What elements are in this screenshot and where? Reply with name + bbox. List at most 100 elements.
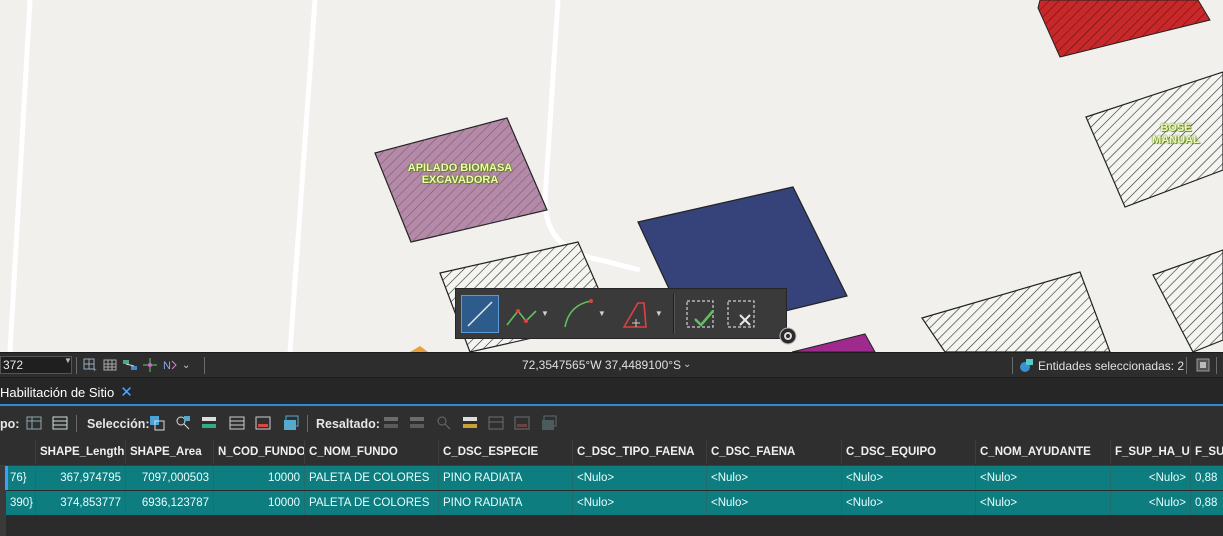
table-grid-icon[interactable] [102,357,118,373]
table-cell[interactable]: PINO RADIATA [439,491,573,515]
line-segment-icon [467,300,493,327]
cancel-sketch-button[interactable] [722,295,760,333]
column-header[interactable]: F_SU [1191,440,1223,464]
arc-icon [564,298,593,327]
highlight-delete-icon[interactable] [514,415,530,431]
table-header: SHAPE_Length SHAPE_Area N_COD_FUNDO C_NO… [0,440,1223,466]
table-row[interactable]: 76} 367,974795 7097,000503 10000 PALETA … [6,466,1223,490]
status-icons: + N ⌄ [82,357,190,373]
cancel-sketch-icon [727,299,755,328]
line-tool-button[interactable] [461,294,499,333]
table-cell[interactable]: <Nulo> [1111,491,1191,515]
column-header[interactable]: C_DSC_FAENA [707,440,842,464]
grid-snap-icon[interactable]: + [82,357,98,373]
column-header[interactable]: C_DSC_TIPO_FAENA [573,440,707,464]
column-header[interactable]: SHAPE_Area [126,440,214,464]
highlight-select-icon[interactable] [462,415,478,431]
separator [204,357,205,374]
table-view-icon[interactable] [26,415,42,431]
table-cell[interactable]: 10000 [214,466,305,490]
table-cell[interactable]: <Nulo> [976,491,1111,515]
pause-drawing-icon[interactable]: N [162,357,178,373]
clear-selection-icon[interactable] [229,415,245,431]
map-label-biomasa: APILADO BIOMASA EXCAVADORA [407,162,513,186]
table-cell[interactable]: <Nulo> [842,466,976,490]
copy-selection-icon[interactable] [283,415,299,431]
close-icon[interactable]: ✕ [120,382,133,404]
highlight-clear-icon[interactable] [409,415,425,431]
highlight-copy-icon[interactable] [541,415,557,431]
scale-input[interactable]: 372 [0,356,72,374]
finish-sketch-button[interactable] [681,295,719,333]
tab-habilitacion-sitio[interactable]: Habilitación de Sitio ✕ [0,382,137,404]
selected-features-indicator[interactable]: Entidades seleccionadas: 2 [1018,358,1184,374]
switch-selection-icon[interactable] [201,415,217,431]
chevron-down-icon[interactable]: ▼ [541,309,549,318]
road-line [542,0,641,273]
polyline-tool-button[interactable] [502,295,540,333]
chevron-down-icon[interactable]: ⌄ [683,359,691,370]
table-cell[interactable]: 0,88 [1191,466,1223,490]
table-cell[interactable]: <Nulo> [573,466,707,490]
table-cell[interactable]: 367,974795 [36,466,126,490]
attribute-table: SHAPE_Length SHAPE_Area N_COD_FUNDO C_NO… [0,440,1223,536]
column-header[interactable]: N_COD_FUNDO [214,440,305,464]
table-cell[interactable]: <Nulo> [707,491,842,515]
chevron-down-icon[interactable]: ⌄ [182,360,190,371]
hatched-polygon-fill [922,272,1110,352]
table-cell[interactable]: 6936,123787 [126,491,214,515]
chevron-down-icon[interactable]: ▼ [598,309,606,318]
chevron-down-icon[interactable]: ▼ [655,309,663,318]
column-header[interactable]: SHAPE_Length [36,440,126,464]
table-cell[interactable]: <Nulo> [1111,466,1191,490]
table-cell[interactable]: PINO RADIATA [439,466,573,490]
select-by-attributes-icon[interactable] [149,415,165,431]
road-line [287,0,318,352]
map-label-right: BOSE MANUAL [1152,122,1200,146]
table-cell[interactable]: 0,88 [1191,491,1223,515]
separator [1216,357,1217,374]
crosshair-icon[interactable] [142,357,158,373]
table-row[interactable]: 390} 374,853777 6936,123787 10000 PALETA… [6,491,1223,515]
snapping-icon[interactable] [122,357,138,373]
column-header[interactable]: C_DSC_EQUIPO [842,440,976,464]
table-cell[interactable]: <Nulo> [842,491,976,515]
delete-selection-icon[interactable] [255,415,271,431]
highlight-switch-icon[interactable] [383,415,399,431]
highlight-zoom-icon[interactable] [436,415,452,431]
column-header[interactable]: C_DSC_ESPECIE [439,440,573,464]
hatched-polygon-fill [1153,250,1223,352]
toolbar-separator [672,293,675,334]
table-toolbar: po: Selección: Resaltado: [0,406,1223,440]
gear-icon[interactable] [779,327,797,345]
table-cell[interactable]: 374,853777 [36,491,126,515]
table-cell[interactable]: PALETA DE COLORES [305,466,439,490]
coordinates-readout: 72,3547565°W 37,4489100°S [522,358,682,372]
table-cell[interactable]: 10000 [214,491,305,515]
separator [1012,357,1013,374]
view-label: po: [0,417,20,431]
tab-title: Habilitación de Sitio [0,385,115,400]
polygon-tool-button[interactable] [616,295,654,333]
column-header[interactable]: C_NOM_FUNDO [305,440,439,464]
table-cell[interactable]: <Nulo> [707,466,842,490]
magenta-polygon[interactable] [791,333,876,352]
chevron-down-icon[interactable]: ▼ [64,356,72,365]
field-view-icon[interactable] [52,415,68,431]
separator [76,357,77,374]
column-header[interactable]: F_SUP_HA_UP [1111,440,1191,464]
map-view[interactable]: APILADO BIOMASA EXCAVADORA BOSE MANUAL ▼… [0,0,1223,352]
selection-label: Selección: [87,417,150,431]
highlight-unselect-icon[interactable] [488,415,504,431]
table-cell[interactable]: PALETA DE COLORES [305,491,439,515]
red-polygon-hatch [1038,0,1210,57]
column-header[interactable]: C_NOM_AYUDANTE [976,440,1111,464]
polygon-icon [622,301,647,328]
table-cell[interactable]: <Nulo> [976,466,1111,490]
refresh-icon[interactable] [1196,358,1210,372]
table-cell[interactable]: <Nulo> [573,491,707,515]
zoom-to-selection-icon[interactable] [175,415,191,431]
arc-tool-button[interactable] [559,295,597,333]
row-selection-indicator [5,466,8,490]
table-cell[interactable]: 7097,000503 [126,466,214,490]
